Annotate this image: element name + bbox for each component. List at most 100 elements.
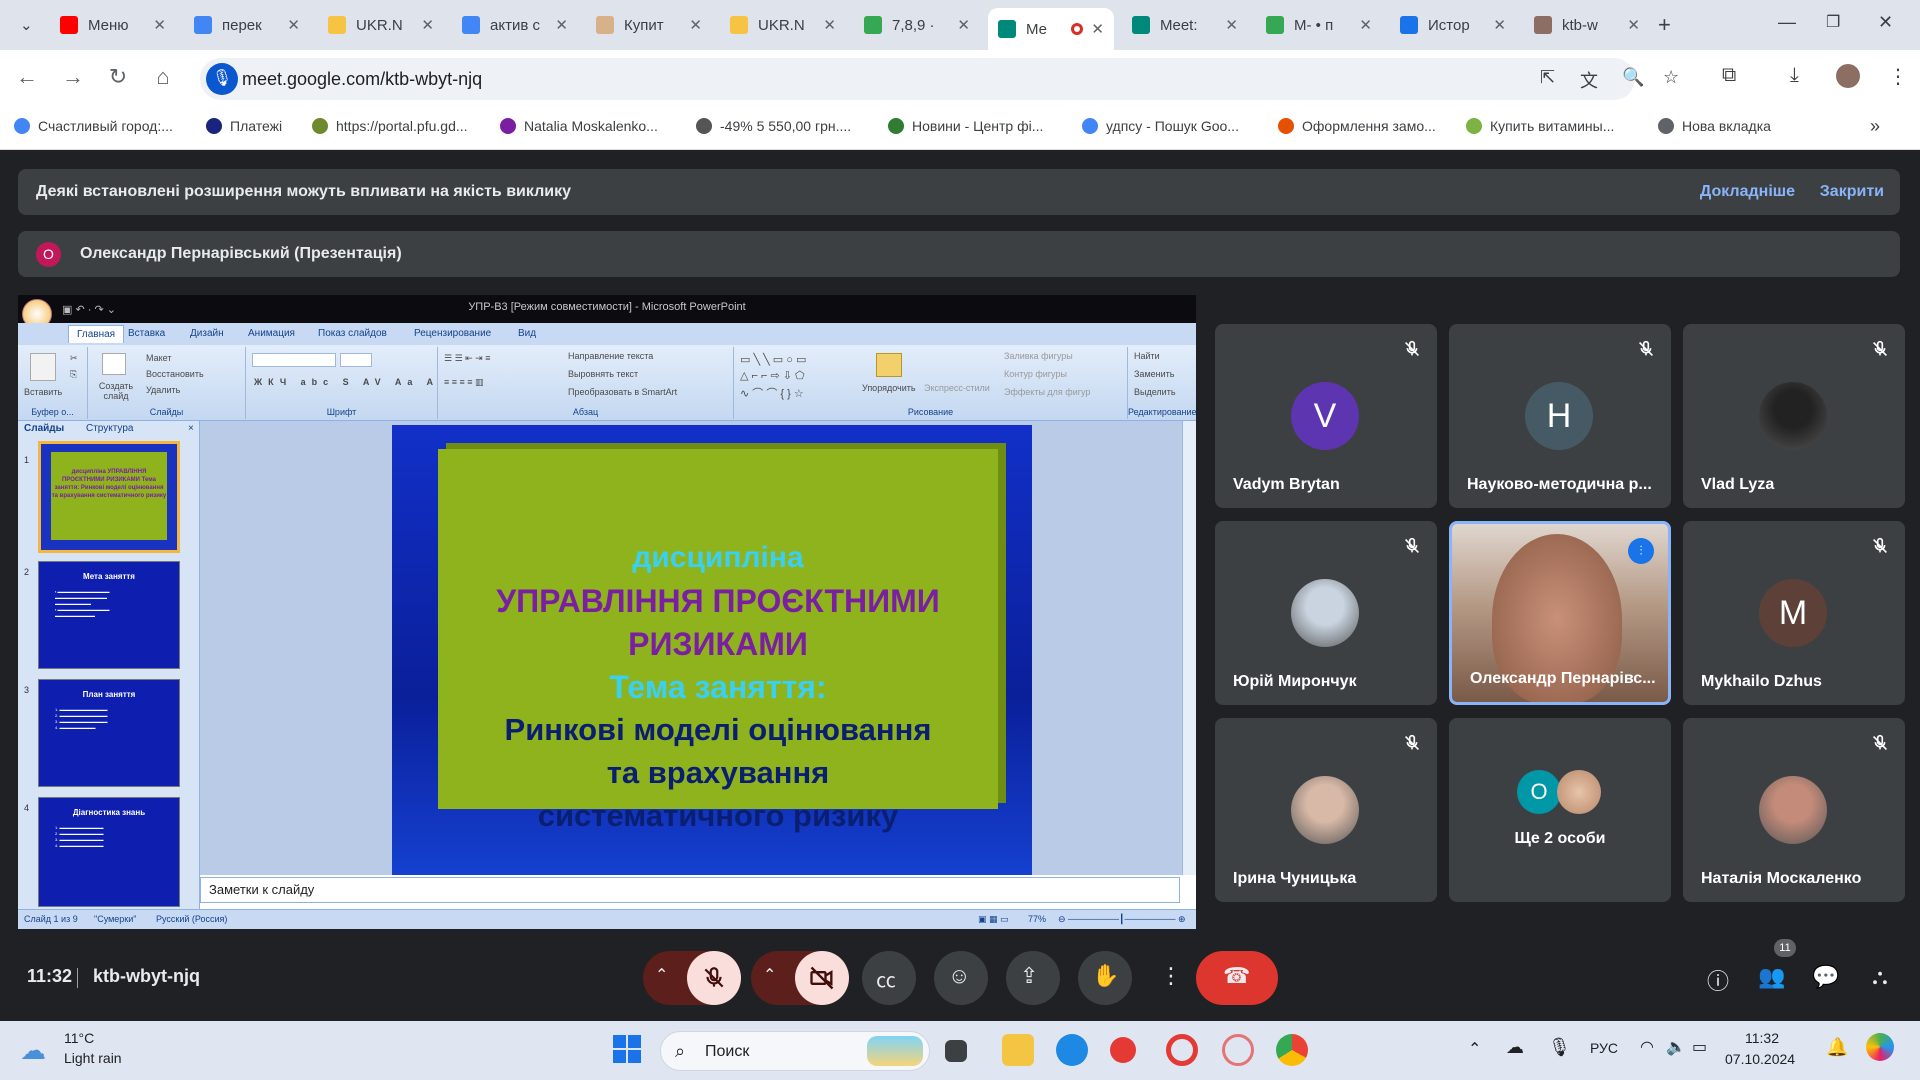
back-button[interactable]: ←: [12, 64, 42, 90]
captions-button[interactable]: ㏄: [862, 951, 916, 1005]
clock-date[interactable]: 07.10.2024: [1725, 1051, 1795, 1067]
mic-toggle-button[interactable]: [687, 951, 741, 1005]
extensions-icon[interactable]: ⧉: [1722, 64, 1736, 87]
close-banner-button[interactable]: Закрити: [1820, 183, 1884, 201]
browser-tab[interactable]: перек ✕: [184, 8, 310, 42]
onedrive-icon[interactable]: ☁: [1506, 1037, 1524, 1058]
browser-tab[interactable]: UKR.N ✕: [720, 8, 846, 42]
browser-tab[interactable]: ktb-w ✕: [1524, 8, 1650, 42]
battery-icon[interactable]: ▭: [1692, 1037, 1707, 1057]
chevron-up-icon[interactable]: ⌃: [655, 965, 668, 985]
new-tab-button[interactable]: +: [1648, 8, 1678, 42]
app-icon[interactable]: [1110, 1037, 1136, 1063]
menu-icon[interactable]: ⋮: [1888, 64, 1908, 89]
bookmark-item[interactable]: Платежі: [206, 118, 282, 134]
reactions-button[interactable]: ☺: [934, 951, 988, 1005]
bookmark-item[interactable]: Купить витамины...: [1466, 118, 1614, 134]
bookmark-star-icon[interactable]: ☆: [1663, 67, 1679, 88]
participant-tile[interactable]: Vlad Lyza: [1683, 324, 1905, 508]
bookmark-item[interactable]: Оформлення замо...: [1278, 118, 1436, 134]
opera-icon[interactable]: [1166, 1034, 1198, 1066]
participant-tile[interactable]: Наталія Москаленко: [1683, 718, 1905, 902]
close-tab-icon[interactable]: ✕: [153, 16, 166, 34]
close-tab-icon[interactable]: ✕: [287, 16, 300, 34]
taskbar-search-box[interactable]: ⌕ Поиск: [660, 1031, 930, 1071]
address-bar[interactable]: 🎙 meet.google.com/ktb-wbyt-njq ⇱ 文 🔍: [200, 58, 1644, 100]
participant-tile[interactable]: О Ще 2 особи: [1449, 718, 1671, 902]
bookmark-item[interactable]: -49% 5 550,00 грн....: [696, 118, 851, 134]
browser-tab[interactable]: 7,8,9 · ✕: [854, 8, 980, 42]
microphone-icon[interactable]: 🎙: [206, 63, 238, 95]
profile-avatar[interactable]: [1836, 64, 1860, 88]
weather-desc[interactable]: Light rain: [64, 1050, 122, 1066]
leave-call-button[interactable]: ☎: [1196, 951, 1278, 1005]
volume-icon[interactable]: 🔈: [1666, 1037, 1686, 1057]
more-options-button[interactable]: ⋮: [1150, 951, 1186, 1005]
input-language[interactable]: РУС: [1590, 1040, 1618, 1056]
download-icon[interactable]: ⤓: [1790, 64, 1799, 87]
clock-time[interactable]: 11:32: [1745, 1030, 1779, 1046]
copilot-icon[interactable]: [1866, 1033, 1894, 1061]
reload-button[interactable]: ↻: [103, 64, 133, 90]
raise-hand-button[interactable]: ✋: [1078, 951, 1132, 1005]
bookmark-item[interactable]: удпсу - Пошук Goo...: [1082, 118, 1239, 134]
browser-tab[interactable]: Истор ✕: [1390, 8, 1516, 42]
browser-tab[interactable]: актив с ✕: [452, 8, 578, 42]
tab-search-button[interactable]: ⌄: [10, 8, 40, 42]
open-in-window-icon[interactable]: ⇱: [1540, 67, 1555, 88]
more-bookmarks-icon[interactable]: »: [1870, 116, 1880, 137]
close-tab-icon[interactable]: ✕: [1493, 16, 1506, 34]
opera-gx-icon[interactable]: [1222, 1034, 1254, 1066]
browser-tab[interactable]: UKR.N ✕: [318, 8, 444, 42]
chat-icon[interactable]: 💬: [1812, 964, 1840, 992]
mic-tray-icon[interactable]: 🎙: [1548, 1037, 1571, 1058]
forward-button[interactable]: →: [58, 64, 88, 90]
participant-tile[interactable]: ⫶ Олександр Пернарівс...: [1449, 521, 1671, 705]
bookmark-item[interactable]: https://portal.pfu.gd...: [312, 118, 468, 134]
edge-icon[interactable]: [1056, 1034, 1088, 1066]
weather-temp[interactable]: 11°C: [64, 1030, 94, 1046]
close-tab-icon[interactable]: ✕: [1091, 20, 1104, 38]
learn-more-link[interactable]: Докладніше: [1700, 183, 1795, 201]
minimize-button[interactable]: —: [1778, 12, 1796, 33]
participant-tile[interactable]: Н Науково-методична р...: [1449, 324, 1671, 508]
participant-tile[interactable]: M Mykhailo Dzhus: [1683, 521, 1905, 705]
close-tab-icon[interactable]: ✕: [1359, 16, 1372, 34]
browser-tab[interactable]: Купит ✕: [586, 8, 712, 42]
bookmark-item[interactable]: Natalia Moskalenko...: [500, 118, 658, 134]
meeting-info-icon[interactable]: ⓘ: [1704, 964, 1732, 994]
close-tab-icon[interactable]: ✕: [823, 16, 836, 34]
maximize-button[interactable]: ❐: [1826, 12, 1840, 32]
translate-icon[interactable]: 文: [1580, 67, 1598, 93]
close-tab-icon[interactable]: ✕: [689, 16, 702, 34]
present-button[interactable]: ⇪: [1006, 951, 1060, 1005]
people-icon[interactable]: 👥: [1758, 964, 1786, 992]
start-button[interactable]: [612, 1034, 644, 1066]
home-button[interactable]: ⌂: [148, 64, 178, 90]
participant-tile[interactable]: Юрій Мирончук: [1215, 521, 1437, 705]
camera-toggle-button[interactable]: [795, 951, 849, 1005]
bookmark-item[interactable]: Счастливый город:...: [14, 118, 173, 134]
activities-icon[interactable]: ⛬: [1866, 964, 1894, 992]
close-tab-icon[interactable]: ✕: [1627, 16, 1640, 34]
browser-tab[interactable]: Ме ✕: [988, 8, 1114, 50]
participant-tile[interactable]: V Vadym Brytan: [1215, 324, 1437, 508]
browser-tab[interactable]: Меню ✕: [50, 8, 176, 42]
chevron-up-icon[interactable]: ⌃: [763, 965, 776, 985]
url-text[interactable]: meet.google.com/ktb-wbyt-njq: [242, 69, 482, 90]
bookmark-item[interactable]: Новини - Центр фі...: [888, 118, 1043, 134]
browser-tab[interactable]: Meet: ✕: [1122, 8, 1248, 42]
participant-tile[interactable]: Ірина Чуницька: [1215, 718, 1437, 902]
browser-tab[interactable]: М- • п ✕: [1256, 8, 1382, 42]
wifi-icon[interactable]: ◠: [1640, 1037, 1654, 1057]
zoom-icon[interactable]: 🔍: [1622, 67, 1644, 88]
close-window-button[interactable]: ✕: [1878, 12, 1893, 33]
bookmark-item[interactable]: Нова вкладка: [1658, 118, 1771, 134]
chrome-icon[interactable]: [1276, 1034, 1308, 1066]
close-tab-icon[interactable]: ✕: [957, 16, 970, 34]
close-tab-icon[interactable]: ✕: [421, 16, 434, 34]
task-view-icon[interactable]: [945, 1040, 967, 1062]
close-tab-icon[interactable]: ✕: [555, 16, 568, 34]
notifications-icon[interactable]: 🔔: [1826, 1037, 1848, 1058]
close-tab-icon[interactable]: ✕: [1225, 16, 1238, 34]
